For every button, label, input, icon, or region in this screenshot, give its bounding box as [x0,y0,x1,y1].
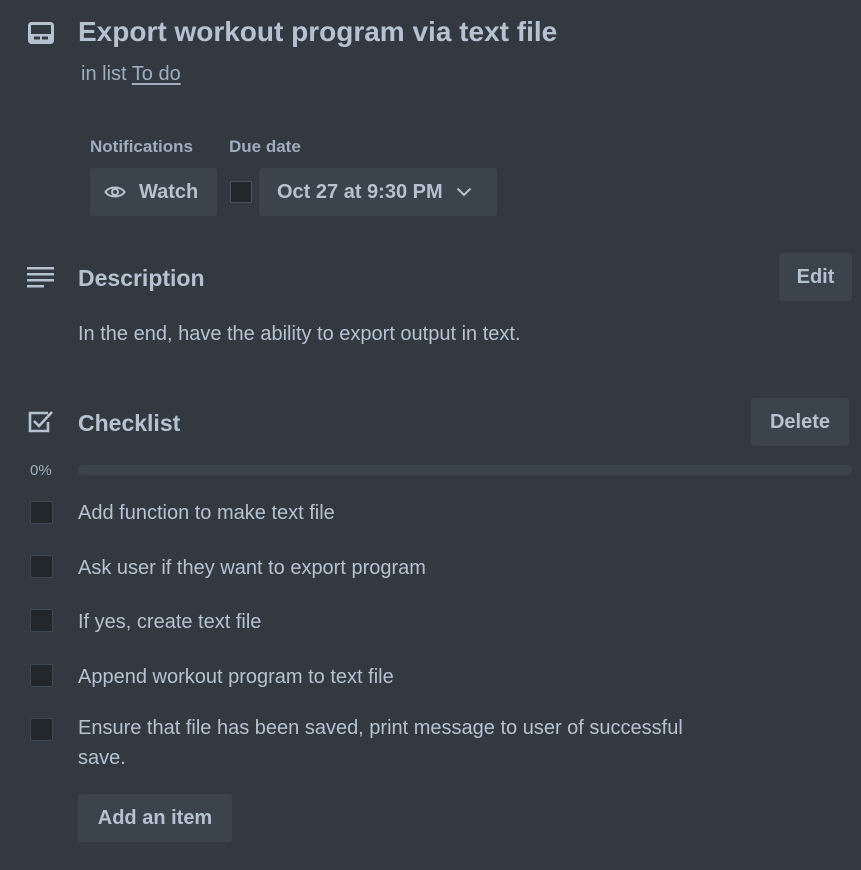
eye-icon [104,186,126,198]
notifications-label: Notifications [90,137,193,156]
edit-description-button[interactable]: Edit [779,253,852,301]
description-title: Description [78,265,205,291]
due-date-button[interactable]: Oct 27 at 9:30 PM [259,168,497,216]
due-date-label: Due date [229,137,301,156]
checklist-item-text[interactable]: Ensure that file has been saved, print m… [78,713,718,773]
checklist-title: Checklist [78,410,181,436]
checklist-progress-percent: 0% [30,462,52,479]
watch-button[interactable]: Watch [90,168,217,216]
checklist-item-text[interactable]: Add function to make text file [78,498,718,528]
card-icon [28,22,54,44]
checklist-item-text[interactable]: If yes, create text file [78,607,718,637]
in-list-line: in list To do [81,63,181,86]
checklist-item-checkbox[interactable] [30,555,53,578]
checklist-item-text[interactable]: Append workout program to text file [78,662,718,692]
add-item-button[interactable]: Add an item [78,794,232,842]
checklist-progress-bar [78,465,852,475]
checklist-item-checkbox[interactable] [30,609,53,632]
watch-label: Watch [139,180,199,203]
delete-checklist-button[interactable]: Delete [751,398,849,446]
due-date-checkbox[interactable] [230,181,252,203]
checklist-item-checkbox[interactable] [30,501,53,524]
description-text[interactable]: In the end, have the ability to export o… [78,323,521,346]
due-date-value: Oct 27 at 9:30 PM [277,180,443,203]
checklist-item-text[interactable]: Ask user if they want to export program [78,553,718,583]
in-list-prefix: in list [81,63,127,85]
checklist-icon [28,411,53,433]
checklist-item-checkbox[interactable] [30,664,53,687]
list-link[interactable]: To do [132,63,181,85]
checklist-item-checkbox[interactable] [30,718,53,741]
chevron-down-icon [456,187,471,197]
card-title[interactable]: Export workout program via text file [78,16,557,48]
description-lines-icon [27,267,54,288]
